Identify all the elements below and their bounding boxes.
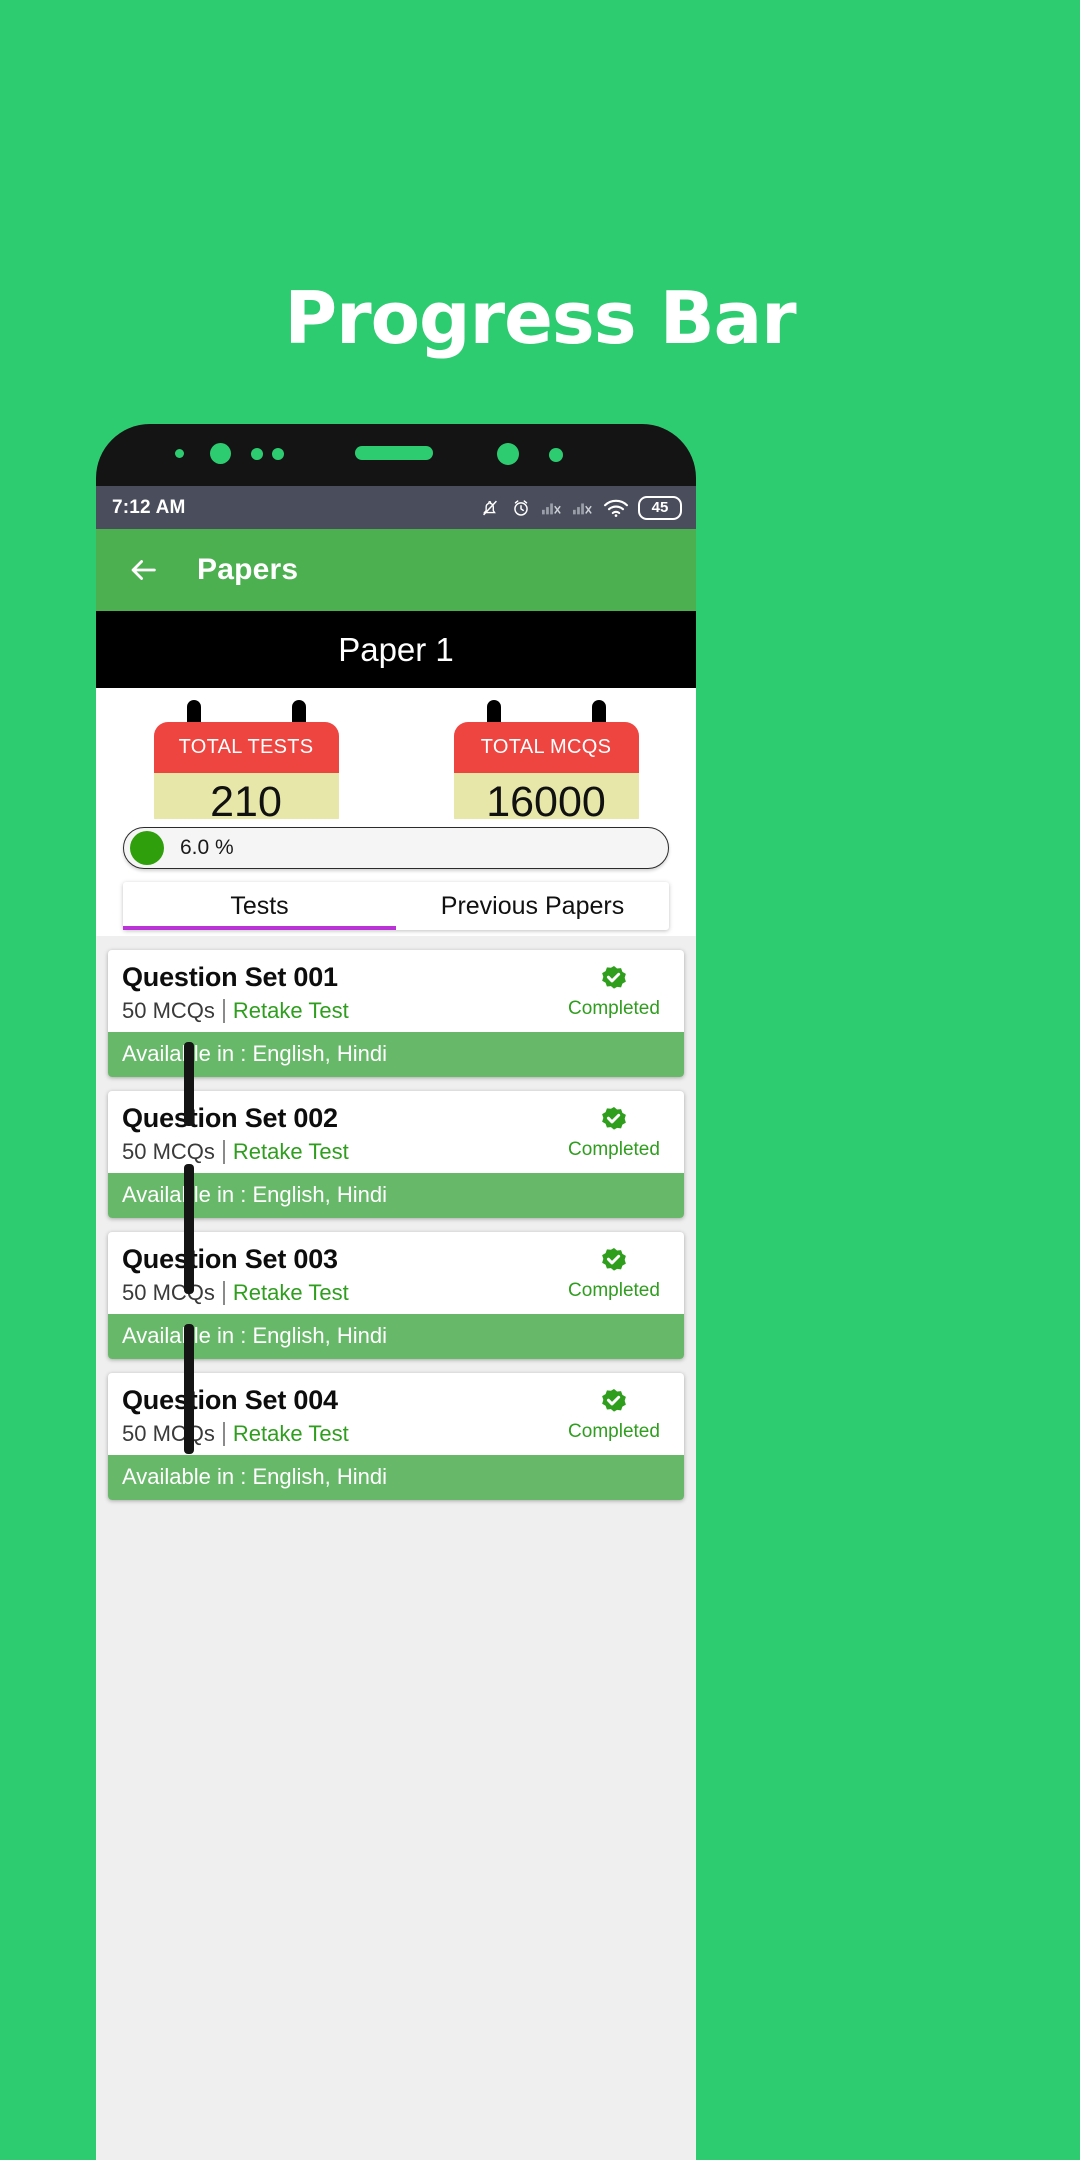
list-item-languages: Available in : English, Hindi xyxy=(108,1032,684,1077)
phone-mockup: 7:12 AM 45 Papers Paper 1 TOTAL TESTS 21… xyxy=(96,424,696,2160)
paper-banner-title: Paper 1 xyxy=(338,630,454,668)
retake-test-link[interactable]: Retake Test xyxy=(233,1139,349,1165)
list-item-top: Question Set 002 50 MCQs Retake Test Com… xyxy=(108,1091,684,1173)
phone-volume-up-button xyxy=(184,1164,194,1294)
stats-row: TOTAL TESTS 210 TOTAL MCQS 16000 xyxy=(96,688,696,831)
signal-1-icon xyxy=(542,502,561,514)
phone-side-button xyxy=(184,1042,194,1126)
status-bar: 7:12 AM 45 xyxy=(96,486,696,529)
progress-knob[interactable] xyxy=(130,830,164,865)
list-item-languages: Available in : English, Hindi xyxy=(108,1455,684,1500)
list-item[interactable]: Question Set 001 50 MCQs Retake Test Com… xyxy=(108,950,684,1077)
status-badge: Completed xyxy=(568,1280,660,1301)
promo-title: Progress Bar xyxy=(284,276,796,360)
paper-banner: Paper 1 xyxy=(96,611,696,688)
list-item[interactable]: Question Set 003 50 MCQs Retake Test Com… xyxy=(108,1232,684,1359)
sensor-dot-icon xyxy=(175,449,184,458)
front-camera-icon xyxy=(210,443,231,464)
tab-bar: Tests Previous Papers xyxy=(123,882,669,930)
list-item-status: Completed xyxy=(558,962,670,1024)
signal-2-icon xyxy=(573,502,592,514)
list-item-mcq-count: 50 MCQs xyxy=(122,1421,215,1446)
verified-check-icon xyxy=(602,1248,626,1271)
tabs-section: Tests Previous Papers xyxy=(96,876,696,936)
battery-icon: 45 xyxy=(638,495,682,520)
sensor-dot-icon xyxy=(272,448,284,460)
sensor-dot-icon xyxy=(549,448,563,462)
list-item-mcq-count: 50 MCQs xyxy=(122,1280,215,1305)
status-badge: Completed xyxy=(568,1421,660,1442)
stat-card-label: TOTAL TESTS xyxy=(153,722,339,773)
stat-card-total-tests: TOTAL TESTS 210 xyxy=(153,700,339,831)
front-camera-icon xyxy=(497,443,519,465)
verified-check-icon xyxy=(602,1107,626,1130)
list-item-top: Question Set 004 50 MCQs Retake Test Com… xyxy=(108,1373,684,1455)
retake-test-link[interactable]: Retake Test xyxy=(233,998,349,1024)
stat-card-total-mcqs: TOTAL MCQS 16000 xyxy=(453,700,639,831)
sensor-dot-icon xyxy=(251,448,263,460)
phone-screen: 7:12 AM 45 Papers Paper 1 TOTAL TESTS 21… xyxy=(96,486,696,2160)
bell-muted-icon xyxy=(483,500,497,515)
list-item-languages: Available in : English, Hindi xyxy=(108,1173,684,1218)
list-item[interactable]: Question Set 002 50 MCQs Retake Test Com… xyxy=(108,1091,684,1218)
progress-label: 6.0 % xyxy=(180,835,234,859)
page-title: Papers xyxy=(197,553,299,586)
list-item-meta: 50 MCQs Retake Test xyxy=(122,1139,558,1165)
phone-sensor-row xyxy=(96,424,696,486)
list-item[interactable]: Question Set 004 50 MCQs Retake Test Com… xyxy=(108,1373,684,1500)
alarm-icon xyxy=(514,499,528,516)
retake-test-link[interactable]: Retake Test xyxy=(233,1280,349,1306)
status-time: 7:12 AM xyxy=(112,496,186,518)
status-icons: 45 xyxy=(479,495,682,520)
tab-previous-papers[interactable]: Previous Papers xyxy=(396,882,669,930)
list-item-title: Question Set 001 xyxy=(122,962,338,992)
list-item-status: Completed xyxy=(558,1103,670,1165)
meta-divider xyxy=(222,1422,225,1446)
progress-bar[interactable]: 6.0 % xyxy=(123,826,669,869)
list-item-mcq-count: 50 MCQs xyxy=(122,1139,215,1164)
list-item-meta: 50 MCQs Retake Test xyxy=(122,998,558,1024)
list-item-top: Question Set 003 50 MCQs Retake Test Com… xyxy=(108,1232,684,1314)
status-badge: Completed xyxy=(568,998,660,1019)
verified-check-icon xyxy=(602,1389,626,1412)
phone-volume-down-button xyxy=(184,1324,194,1454)
verified-check-icon xyxy=(602,966,626,989)
list-item-languages: Available in : English, Hindi xyxy=(108,1314,684,1359)
app-bar: Papers xyxy=(96,529,696,611)
earpiece-speaker-icon xyxy=(355,446,433,460)
list-item-mcq-count: 50 MCQs xyxy=(122,998,215,1023)
list-item-status: Completed xyxy=(558,1385,670,1447)
status-badge: Completed xyxy=(568,1139,660,1160)
retake-test-link[interactable]: Retake Test xyxy=(233,1421,349,1447)
back-arrow-icon[interactable] xyxy=(126,553,160,587)
list-item-info: Question Set 001 50 MCQs Retake Test xyxy=(122,962,558,1024)
progress-section: 6.0 % xyxy=(96,819,696,876)
list-item-top: Question Set 001 50 MCQs Retake Test Com… xyxy=(108,950,684,1032)
meta-divider xyxy=(222,1140,225,1164)
tab-tests[interactable]: Tests xyxy=(123,882,396,930)
meta-divider xyxy=(222,1281,225,1305)
wifi-icon xyxy=(603,499,629,517)
list-item-status: Completed xyxy=(558,1244,670,1306)
stat-card-label: TOTAL MCQS xyxy=(453,722,639,773)
meta-divider xyxy=(222,999,225,1023)
